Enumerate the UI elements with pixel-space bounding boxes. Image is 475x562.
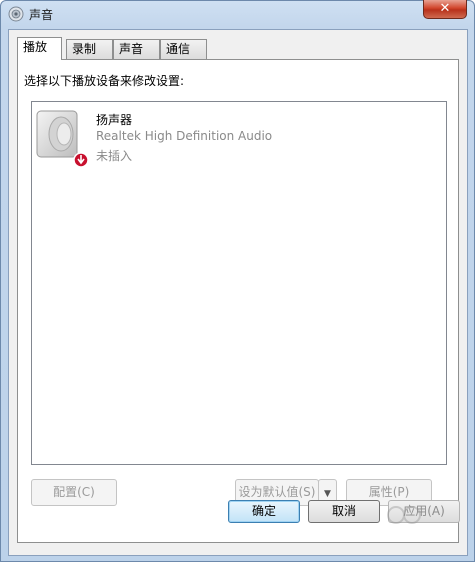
configure-button[interactable]: 配置(C) (31, 479, 117, 506)
speaker-icon (36, 110, 89, 168)
ok-button[interactable]: 确定 (228, 500, 300, 523)
sound-dialog-window: 声音 ✕ 播放 录制 声音 通信 选择以下播放设备来修改设置: 扬声器 Real… (0, 0, 475, 562)
speaker-app-icon (8, 6, 24, 22)
instruction-label: 选择以下播放设备来修改设置: (24, 74, 185, 88)
close-button[interactable]: ✕ (423, 0, 467, 19)
tab-communications[interactable]: 通信 (160, 39, 207, 59)
chevron-down-icon: ▼ (324, 489, 331, 499)
playback-panel: 选择以下播放设备来修改设置: 扬声器 Realtek High Definiti… (17, 59, 459, 543)
device-status: 未插入 (96, 149, 133, 163)
device-name: 扬声器 (96, 113, 133, 127)
tab-recording[interactable]: 录制 (66, 39, 113, 59)
watermark-logo (387, 506, 421, 524)
title-bar[interactable]: 声音 ✕ (1, 0, 474, 27)
device-list[interactable]: 扬声器 Realtek High Definition Audio 未插入 (31, 101, 447, 465)
device-description: Realtek High Definition Audio (96, 129, 273, 143)
list-item[interactable]: 扬声器 Realtek High Definition Audio 未插入 (32, 102, 446, 182)
tab-playback[interactable]: 播放 (17, 37, 62, 60)
tab-sounds[interactable]: 声音 (113, 39, 160, 59)
window-title: 声音 (29, 8, 54, 22)
dialog-client-area: 播放 录制 声音 通信 选择以下播放设备来修改设置: 扬声器 Realtek H… (8, 29, 468, 556)
